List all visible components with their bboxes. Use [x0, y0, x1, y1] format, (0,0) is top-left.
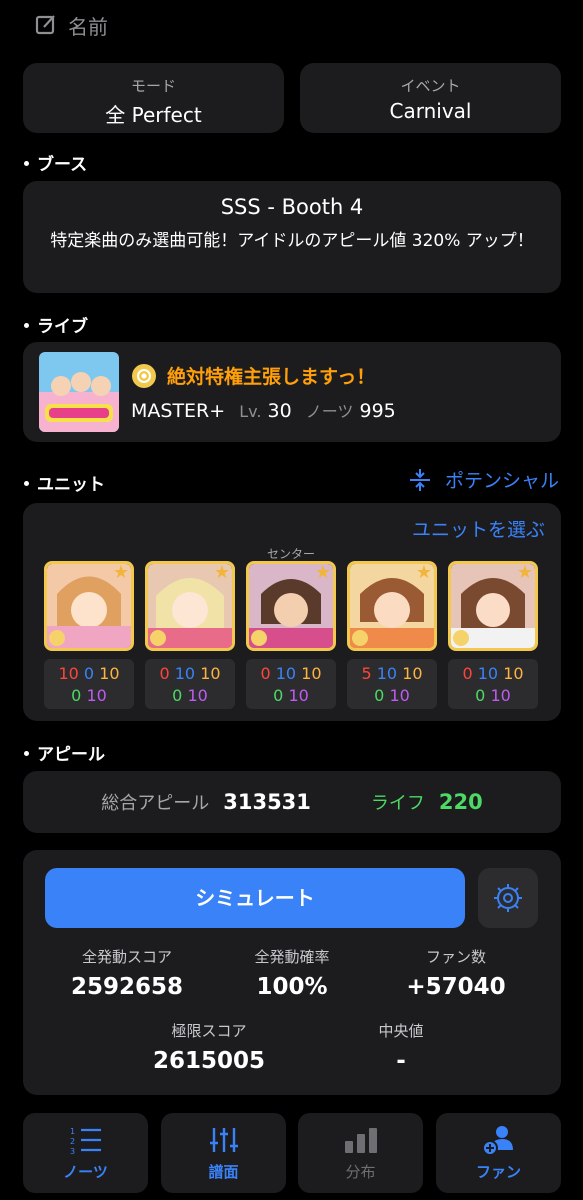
simulate-button[interactable]: シミュレート	[45, 868, 465, 928]
cute-icon	[352, 630, 368, 646]
center-label: センター	[267, 547, 316, 561]
booth-description: 特定楽曲のみ選曲可能！アイドルのアピール値 320% アップ！	[50, 231, 534, 251]
idol-potential-2: 0 10 10 0 10	[145, 659, 235, 709]
idol-card-4[interactable]: ★	[347, 561, 437, 651]
add-person-icon	[481, 1126, 513, 1156]
idol-potential-3: 0 10 10 0 10	[246, 659, 336, 709]
idol-potential-1: 10 0 10 0 10	[44, 659, 134, 709]
song-meta: MASTER+ Lv. 30 ノーツ 995	[131, 400, 396, 422]
tab-distribution-label: 分布	[345, 1163, 376, 1181]
svg-text:2: 2	[70, 1137, 75, 1146]
median-value: -	[396, 1048, 406, 1074]
max-score-label: 極限スコア	[171, 1022, 247, 1040]
tab-fans-label: ファン	[475, 1163, 521, 1181]
life-label: ライフ	[370, 793, 425, 814]
tab-fans[interactable]: ファン	[436, 1113, 561, 1193]
section-live: ライブ	[24, 312, 88, 337]
mode-label: モード	[130, 77, 176, 95]
tab-chart-label: 譜面	[208, 1163, 239, 1181]
idol-card-2[interactable]: ★	[145, 561, 235, 651]
star-icon: ★	[516, 562, 533, 583]
idol-potential-4: 5 10 10 0 10	[347, 659, 437, 709]
bar-chart-icon	[344, 1128, 377, 1153]
total-appeal-value: 313531	[223, 790, 311, 814]
name-placeholder: 名前	[68, 14, 108, 39]
section-appeal: アピール	[24, 740, 105, 765]
star-icon: ★	[415, 562, 432, 583]
section-unit: ユニット	[24, 470, 105, 495]
fans-label: ファン数	[425, 948, 486, 966]
section-booth: ブース	[24, 150, 87, 175]
svg-text:3: 3	[70, 1147, 75, 1155]
unit-card: ユニットを選ぶ センター ★ ★ ★ ★ ★ 10 0 10 0 10 0 10…	[23, 503, 561, 721]
event-label: イベント	[400, 77, 461, 95]
simulation-settings-button[interactable]	[478, 868, 538, 928]
expand-vertical-icon	[409, 468, 430, 491]
event-selector[interactable]: イベント Carnival	[300, 63, 561, 133]
booth-title: SSS - Booth 4	[220, 195, 364, 219]
full-rate-label: 全発動確率	[254, 948, 330, 966]
full-score-label: 全発動スコア	[81, 948, 172, 966]
fans-value: +57040	[406, 974, 506, 1000]
idol-card-3[interactable]: ★	[246, 561, 336, 651]
simulation-card: シミュレート 全発動スコア 2592658 全発動確率 100% ファン数 +5…	[23, 850, 561, 1095]
song-notes: 995	[359, 400, 396, 422]
cute-icon	[49, 630, 65, 646]
mode-value: 全 Perfect	[105, 103, 202, 127]
cute-attribute-icon	[132, 363, 156, 388]
star-icon: ★	[314, 562, 331, 583]
life-value: 220	[438, 790, 483, 814]
cute-icon	[150, 630, 166, 646]
tab-distribution[interactable]: 分布	[298, 1113, 423, 1193]
live-card[interactable]: 絶対特権主張しますっ！ MASTER+ Lv. 30 ノーツ 995	[23, 342, 561, 442]
edit-icon	[35, 15, 55, 35]
song-title: 絶対特権主張しますっ！	[131, 362, 375, 389]
event-value: Carnival	[389, 99, 472, 123]
choose-unit-link[interactable]: ユニットを選ぶ	[412, 515, 545, 542]
cute-icon	[251, 630, 267, 646]
max-score-value: 2615005	[152, 1048, 266, 1074]
tab-notes[interactable]: 1 2 3 ノーツ	[23, 1113, 148, 1193]
total-appeal-label: 総合アピール	[101, 793, 210, 814]
median-label: 中央値	[378, 1022, 424, 1040]
song-difficulty: MASTER+	[131, 400, 226, 422]
full-rate-value: 100%	[256, 974, 328, 1000]
name-field[interactable]: 名前	[34, 10, 108, 40]
song-jacket	[39, 352, 119, 432]
star-icon: ★	[112, 562, 129, 583]
appeal-card: 総合アピール 313531 ライフ 220	[23, 771, 561, 833]
mode-selector[interactable]: モード 全 Perfect	[23, 63, 284, 133]
booth-card[interactable]: SSS - Booth 4 特定楽曲のみ選曲可能！アイドルのアピール値 320%…	[23, 181, 561, 293]
tab-chart[interactable]: 譜面	[161, 1113, 286, 1193]
tab-notes-label: ノーツ	[63, 1163, 108, 1181]
star-icon: ★	[213, 562, 230, 583]
potential-button[interactable]: ポテンシャル	[407, 466, 559, 493]
idol-card-5[interactable]: ★	[448, 561, 538, 651]
cute-icon	[453, 630, 469, 646]
numbered-list-icon: 1 2 3	[70, 1127, 101, 1155]
idol-potential-5: 0 10 10 0 10	[448, 659, 538, 709]
song-level: 30	[267, 400, 292, 422]
gear-icon	[494, 884, 522, 912]
sliders-icon	[209, 1128, 238, 1152]
full-score-value: 2592658	[70, 974, 184, 1000]
svg-text:1: 1	[70, 1127, 75, 1136]
idol-card-1[interactable]: ★	[44, 561, 134, 651]
